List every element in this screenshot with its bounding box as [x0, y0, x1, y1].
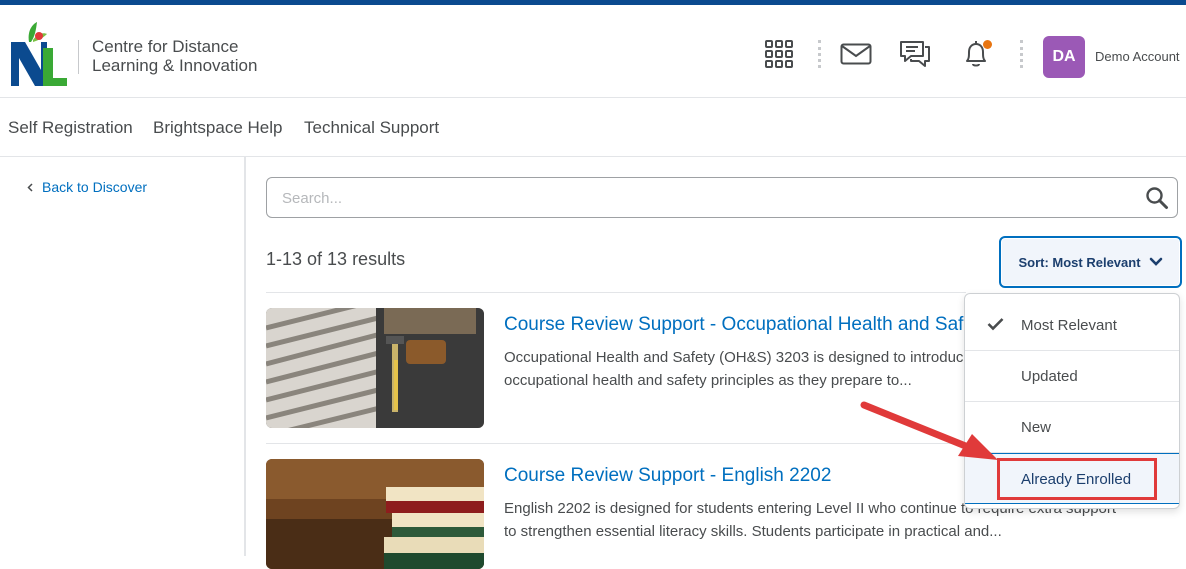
- account-name[interactable]: Demo Account: [1095, 49, 1180, 64]
- search-placeholder: Search...: [282, 190, 343, 207]
- results-divider: [266, 292, 966, 293]
- nav-technical-support[interactable]: Technical Support: [304, 118, 439, 138]
- results-divider: [266, 443, 966, 444]
- course-thumbnail[interactable]: [266, 308, 484, 428]
- navbar: Self Registration Brightspace Help Techn…: [0, 98, 1186, 157]
- org-name-line2: Learning & Innovation: [92, 56, 258, 75]
- back-to-discover-label: Back to Discover: [42, 179, 148, 195]
- sort-option-most-relevant[interactable]: Most Relevant: [965, 300, 1179, 351]
- logo-divider: [78, 40, 79, 74]
- course-thumbnail[interactable]: [266, 459, 484, 569]
- sort-option-label: New: [1021, 419, 1052, 436]
- avatar[interactable]: DA: [1043, 36, 1085, 78]
- chevron-down-icon: [1149, 257, 1162, 266]
- sort-button[interactable]: Sort: Most Relevant: [999, 236, 1182, 288]
- annotation-highlight-box: [997, 458, 1157, 500]
- nav-brightspace-help[interactable]: Brightspace Help: [153, 118, 282, 138]
- sidebar: Back to Discover: [0, 157, 246, 556]
- chevron-left-icon: [27, 182, 33, 192]
- sort-label: Sort: Most Relevant: [1018, 254, 1141, 270]
- org-name[interactable]: Centre for Distance Learning & Innovatio…: [92, 37, 292, 75]
- checkmark-icon: [987, 318, 1004, 331]
- nl-logo[interactable]: [7, 20, 69, 88]
- sort-option-updated[interactable]: Updated: [965, 351, 1179, 402]
- notification-indicator: [983, 40, 992, 49]
- nav-self-registration[interactable]: Self Registration: [8, 118, 133, 138]
- magnifier-icon[interactable]: [1145, 186, 1169, 210]
- results-count: 1-13 of 13 results: [266, 249, 406, 269]
- course-title[interactable]: Course Review Support - English 2202: [504, 465, 831, 487]
- chat-bubbles-icon[interactable]: [898, 39, 932, 69]
- sort-option-new[interactable]: New: [965, 402, 1179, 453]
- course-title[interactable]: Course Review Support - Occupational Hea…: [504, 314, 1036, 336]
- back-to-discover-link[interactable]: Back to Discover: [27, 179, 147, 195]
- sort-option-label: Updated: [1021, 368, 1078, 385]
- course-description-line: to strengthen essential literacy skills.…: [504, 523, 1002, 540]
- waffle-grid-icon[interactable]: [762, 39, 796, 69]
- site-header: Centre for Distance Learning & Innovatio…: [0, 5, 1186, 98]
- envelope-icon[interactable]: [839, 39, 873, 69]
- org-name-line1: Centre for Distance: [92, 37, 239, 56]
- header-separator: [1020, 40, 1023, 68]
- sort-option-label: Most Relevant: [1021, 317, 1117, 334]
- search-input[interactable]: Search...: [266, 177, 1178, 218]
- header-separator: [818, 40, 821, 68]
